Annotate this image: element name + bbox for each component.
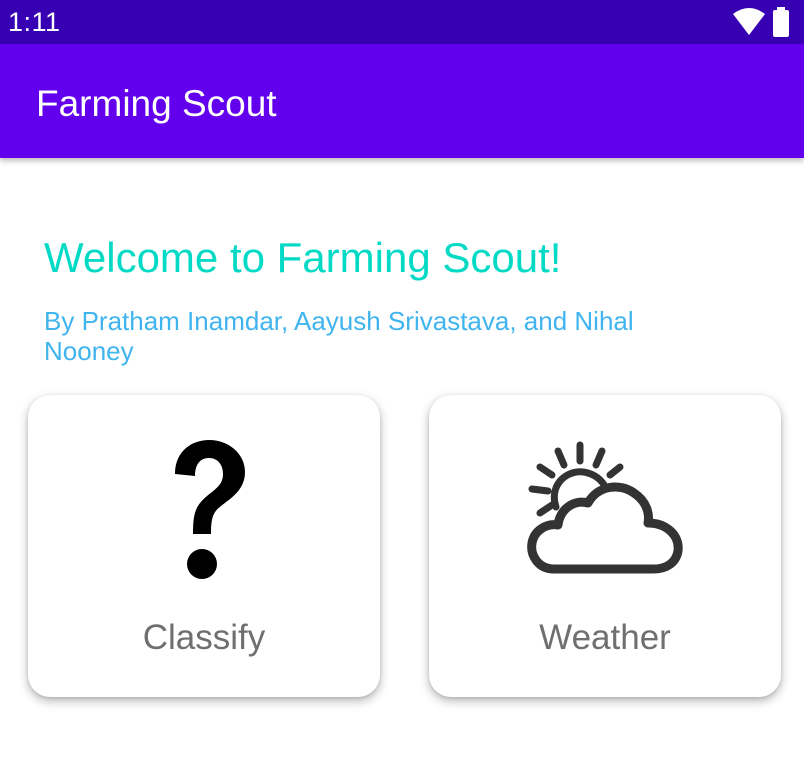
battery-icon	[772, 7, 790, 42]
welcome-title: Welcome to Farming Scout!	[44, 234, 562, 281]
status-icons	[732, 7, 790, 42]
app-title: Farming Scout	[36, 83, 277, 124]
authors-text: By Pratham Inamdar, Aayush Srivastava, a…	[44, 306, 634, 366]
partly-cloudy-icon	[429, 429, 781, 589]
classify-label: Classify	[142, 618, 266, 657]
weather-card[interactable]: Weather	[429, 395, 781, 697]
app-bar: Farming Scout	[0, 44, 804, 158]
question-mark-icon	[28, 429, 380, 589]
status-time: 1:11	[8, 7, 61, 37]
weather-label: Weather	[539, 618, 671, 657]
wifi-icon	[732, 8, 766, 41]
classify-card[interactable]: Classify	[28, 395, 380, 697]
status-bar: 1:11	[0, 0, 804, 44]
